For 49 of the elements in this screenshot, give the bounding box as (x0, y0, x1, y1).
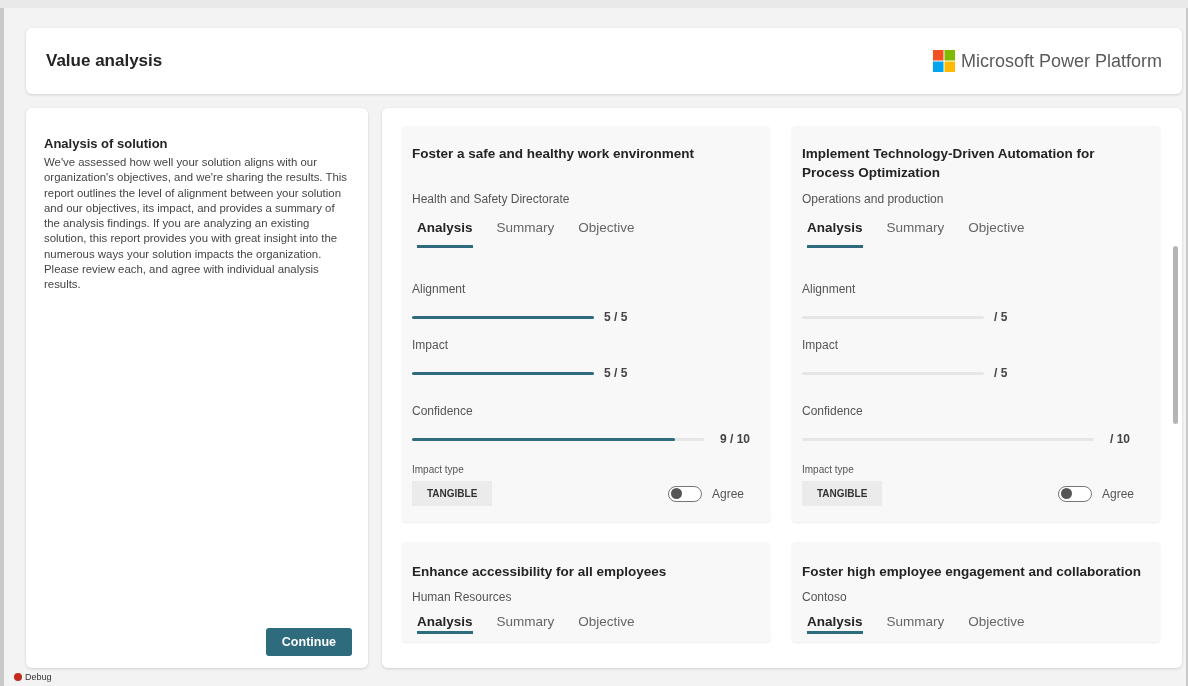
tab[interactable]: Objective (968, 220, 1025, 248)
continue-button[interactable]: Continue (265, 628, 352, 656)
department-label: Health and Safety Directorate (412, 192, 571, 206)
impact-type-label: Impact type (802, 464, 855, 475)
tab[interactable]: Analysis (807, 614, 863, 634)
card-title: Enhance accessibility for all employees (412, 563, 668, 581)
department-label: Contoso (802, 590, 848, 604)
tab[interactable]: Summary (886, 614, 945, 634)
tab[interactable]: Summary (496, 220, 555, 248)
metric-label: Alignment (412, 282, 467, 296)
metric-label: Confidence (412, 404, 474, 418)
department-label: Human Resources (412, 590, 513, 604)
agree-toggle[interactable] (667, 485, 702, 502)
agree-label: Agree (711, 486, 744, 501)
debug-label[interactable]: Debug (25, 672, 52, 682)
score-reading: 5 / 5 (604, 310, 628, 324)
card-title: Implement Technology-Driven Automation for Process Optimization (802, 145, 1096, 182)
tab[interactable]: Analysis (417, 614, 473, 634)
agree-label: Agree (1101, 486, 1134, 501)
intro-title: Analysis of solution (44, 136, 169, 151)
impact-type-tag: TANGIBLE (412, 481, 493, 506)
impact-type-tag: TANGIBLE (802, 481, 883, 506)
score-reading: 5 / 5 (604, 366, 628, 380)
score-reading: / 5 (994, 366, 1008, 380)
score-reading: / 10 (1110, 432, 1130, 446)
impact-type-label: Impact type (412, 464, 465, 475)
brand-name: Microsoft Power Platform (960, 50, 1162, 72)
department-label: Operations and production (802, 192, 945, 206)
scrollbar[interactable] (1173, 246, 1178, 424)
card-title: Foster a safe and healthy work environment (412, 145, 696, 163)
tab[interactable]: Objective (578, 220, 635, 248)
agree-toggle[interactable] (1057, 485, 1092, 502)
metric-label: Confidence (802, 404, 864, 418)
tab[interactable]: Summary (886, 220, 945, 248)
metric-label: Impact (802, 338, 839, 352)
page-title: Value analysis (46, 51, 163, 71)
card-title: Foster high employee engagement and collaboration (802, 563, 1143, 581)
score-reading: / 5 (994, 310, 1008, 324)
tab[interactable]: Analysis (417, 220, 473, 248)
debug-dot-icon (14, 673, 22, 681)
logo-icon (932, 50, 955, 72)
tab[interactable]: Analysis (807, 220, 863, 248)
metric-label: Impact (412, 338, 449, 352)
tab[interactable]: Summary (496, 614, 555, 634)
tab[interactable]: Objective (968, 614, 1025, 634)
intro-text: We've assessed how well your solution aligns with our organization's objectives, and we're sharing the results. This report outlines the level of alignment between your solution and our objectives, its impact, and provides a summary of the analysis findings. If you are analyzing an existing solution, this report provides you with great insight into the numerous ways your solution impacts the organization. Please review each, and agree with individual analysis results. (44, 155, 348, 293)
tab[interactable]: Objective (578, 614, 635, 634)
score-reading: 9 / 10 (720, 432, 751, 446)
metric-label: Alignment (802, 282, 857, 296)
